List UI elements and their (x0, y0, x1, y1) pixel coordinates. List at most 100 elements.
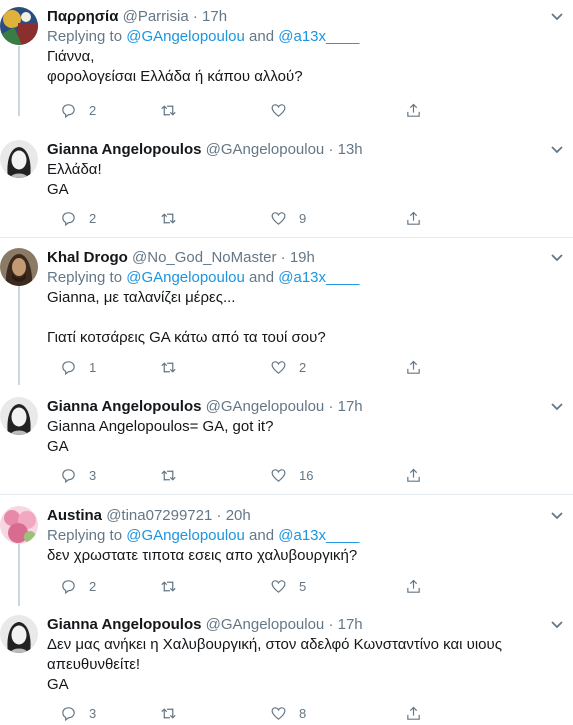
like-button[interactable]: 9 (270, 208, 306, 228)
replying-to: Replying to @GAngelopoulou and @a13x____ (47, 27, 561, 47)
timestamp[interactable]: 17h (338, 616, 363, 633)
replying-to: Replying to @GAngelopoulou and @a13x____ (47, 268, 561, 288)
separator-dot: · (216, 507, 222, 524)
reply-button[interactable]: 3 (60, 465, 96, 485)
chevron-down-icon[interactable] (547, 250, 567, 266)
chevron-down-icon[interactable] (547, 508, 567, 524)
reply-button[interactable]: 2 (60, 208, 96, 228)
chevron-down-icon[interactable] (547, 142, 567, 158)
user-handle[interactable]: @No_God_NoMaster (132, 249, 276, 266)
mention-link[interactable]: @GAngelopoulou (126, 28, 245, 45)
timestamp[interactable]: 20h (226, 507, 251, 524)
share-button[interactable] (405, 576, 422, 596)
tweet-text: Γιάννα, φορολογείσαι Ελλάδα ή κάπου αλλο… (47, 48, 303, 85)
separator-dot: · (328, 616, 334, 633)
share-button[interactable] (405, 208, 422, 228)
replying-prefix: Replying to (47, 28, 127, 45)
timestamp[interactable]: 13h (338, 141, 363, 158)
mention-link[interactable]: @GAngelopoulou (126, 527, 245, 544)
tweet[interactable]: Gianna Angelopoulos @GAngelopoulou · 17h… (0, 397, 573, 493)
avatar[interactable] (0, 615, 38, 653)
reply-count: 1 (89, 359, 97, 375)
user-handle[interactable]: @GAngelopoulou (206, 141, 325, 158)
reply-count: 2 (89, 578, 97, 594)
heart-icon (270, 467, 287, 484)
retweet-button[interactable] (160, 576, 189, 596)
share-icon (405, 359, 422, 376)
share-button[interactable] (405, 703, 422, 723)
share-icon (405, 102, 422, 119)
avatar[interactable] (0, 506, 38, 544)
reply-icon (60, 210, 77, 227)
retweet-icon (160, 467, 177, 484)
chevron-down-icon[interactable] (547, 617, 567, 633)
tweet[interactable]: Gianna Angelopoulos @GAngelopoulou · 13h… (0, 140, 573, 236)
display-name[interactable]: Khal Drogo (47, 249, 128, 266)
user-handle[interactable]: @GAngelopoulou (206, 398, 325, 415)
share-button[interactable] (405, 465, 422, 485)
retweet-icon (160, 359, 177, 376)
retweet-icon (160, 210, 177, 227)
display-name[interactable]: Austina (47, 507, 102, 524)
like-button[interactable]: 8 (270, 703, 306, 723)
reply-button[interactable]: 3 (60, 703, 96, 723)
reply-button[interactable]: 2 (60, 576, 96, 596)
timestamp[interactable]: 17h (338, 398, 363, 415)
like-button[interactable]: 5 (270, 576, 306, 596)
retweet-button[interactable] (160, 465, 189, 485)
retweet-button[interactable] (160, 208, 189, 228)
chevron-down-icon[interactable] (547, 9, 567, 25)
display-name[interactable]: Gianna Angelopoulos (47, 616, 201, 633)
share-icon (405, 210, 422, 227)
avatar[interactable] (0, 397, 38, 435)
like-count: 16 (299, 467, 314, 483)
avatar[interactable] (0, 7, 38, 45)
separator-dot: · (328, 398, 334, 415)
retweet-button[interactable] (160, 357, 189, 377)
user-handle[interactable]: @Parrisia (123, 8, 189, 25)
mention-link[interactable]: @a13x____ (278, 269, 359, 286)
share-icon (405, 578, 422, 595)
retweet-button[interactable] (160, 703, 189, 723)
tweet[interactable]: Παρρησία @Parrisia · 17h Replying to @GA… (0, 7, 573, 119)
share-button[interactable] (405, 357, 422, 377)
share-icon (405, 705, 422, 722)
reply-icon (60, 102, 77, 119)
reply-button[interactable]: 2 (60, 100, 96, 120)
retweet-button[interactable] (160, 100, 189, 120)
like-count: 2 (299, 359, 307, 375)
like-button[interactable] (270, 100, 299, 120)
mention-link[interactable]: @a13x____ (278, 28, 359, 45)
tweet[interactable]: Gianna Angelopoulos @GAngelopoulou · 17h… (0, 615, 573, 725)
reply-icon (60, 359, 77, 376)
tweet-text: Δεν μας ανήκει η Χαλυβουργική, στον αδελ… (47, 636, 502, 693)
display-name[interactable]: Gianna Angelopoulos (47, 398, 201, 415)
mention-link[interactable]: @GAngelopoulou (126, 269, 245, 286)
timestamp[interactable]: 19h (290, 249, 315, 266)
separator-dot: · (192, 8, 198, 25)
reply-button[interactable]: 1 (60, 357, 96, 377)
avatar[interactable] (0, 140, 38, 178)
replying-and: and (244, 527, 279, 544)
user-handle[interactable]: @GAngelopoulou (206, 616, 325, 633)
share-button[interactable] (405, 100, 422, 120)
avatar[interactable] (0, 248, 38, 286)
tweet-text: δεν χρωστατε τιποτα εσεις απο χαλυβουργι… (47, 547, 358, 564)
timestamp[interactable]: 17h (202, 8, 227, 25)
display-name[interactable]: Παρρησία (47, 8, 118, 25)
retweet-icon (160, 578, 177, 595)
reply-icon (60, 578, 77, 595)
like-button[interactable]: 2 (270, 357, 306, 377)
separator-dot: · (280, 249, 286, 266)
tweet[interactable]: Khal Drogo @No_God_NoMaster · 19h Replyi… (0, 248, 573, 380)
tweet[interactable]: Austina @tina07299721 · 20h Replying to … (0, 506, 573, 602)
like-button[interactable]: 16 (270, 465, 313, 485)
mention-link[interactable]: @a13x____ (278, 527, 359, 544)
like-count: 5 (299, 578, 307, 594)
tweet-text: Gianna Angelopoulos= GA, got it? GA (47, 418, 274, 455)
display-name[interactable]: Gianna Angelopoulos (47, 141, 201, 158)
retweet-icon (160, 102, 177, 119)
reply-count: 2 (89, 102, 97, 118)
user-handle[interactable]: @tina07299721 (106, 507, 212, 524)
chevron-down-icon[interactable] (547, 399, 567, 415)
